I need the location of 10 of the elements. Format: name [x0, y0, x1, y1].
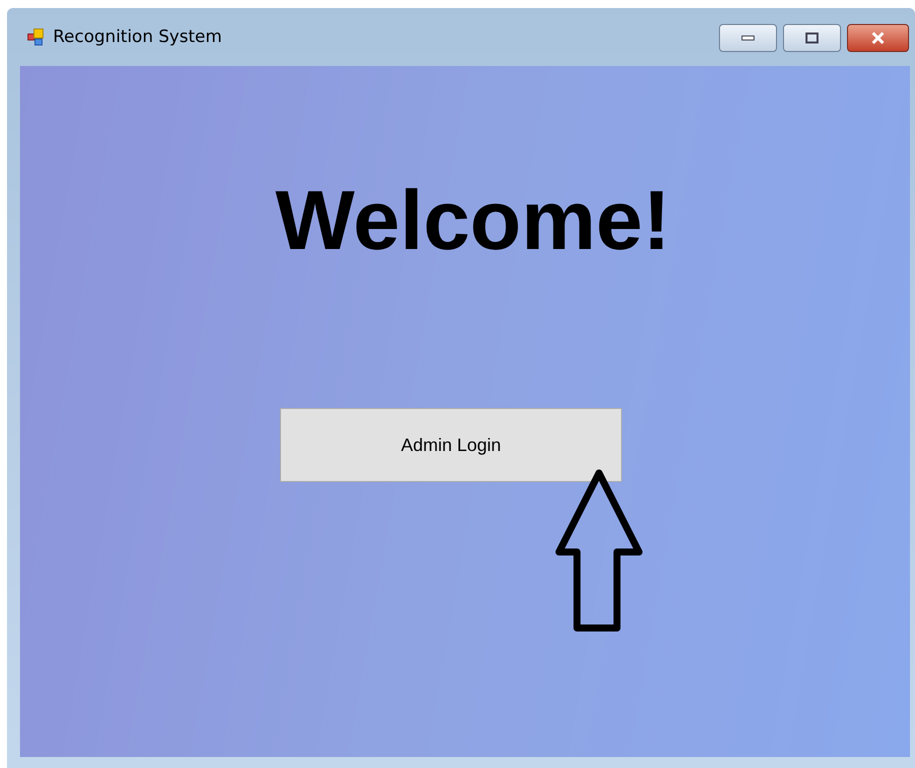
- minimize-icon: [741, 34, 755, 42]
- close-icon: [870, 32, 886, 44]
- maximize-icon: [805, 32, 819, 44]
- close-button[interactable]: [847, 24, 909, 52]
- window-title: Recognition System: [53, 27, 222, 47]
- welcome-heading: Welcome!: [274, 174, 672, 266]
- minimize-button[interactable]: [719, 24, 777, 52]
- maximize-button[interactable]: [783, 24, 841, 52]
- admin-login-button[interactable]: Admin Login: [280, 408, 622, 482]
- app-icon: [27, 28, 45, 46]
